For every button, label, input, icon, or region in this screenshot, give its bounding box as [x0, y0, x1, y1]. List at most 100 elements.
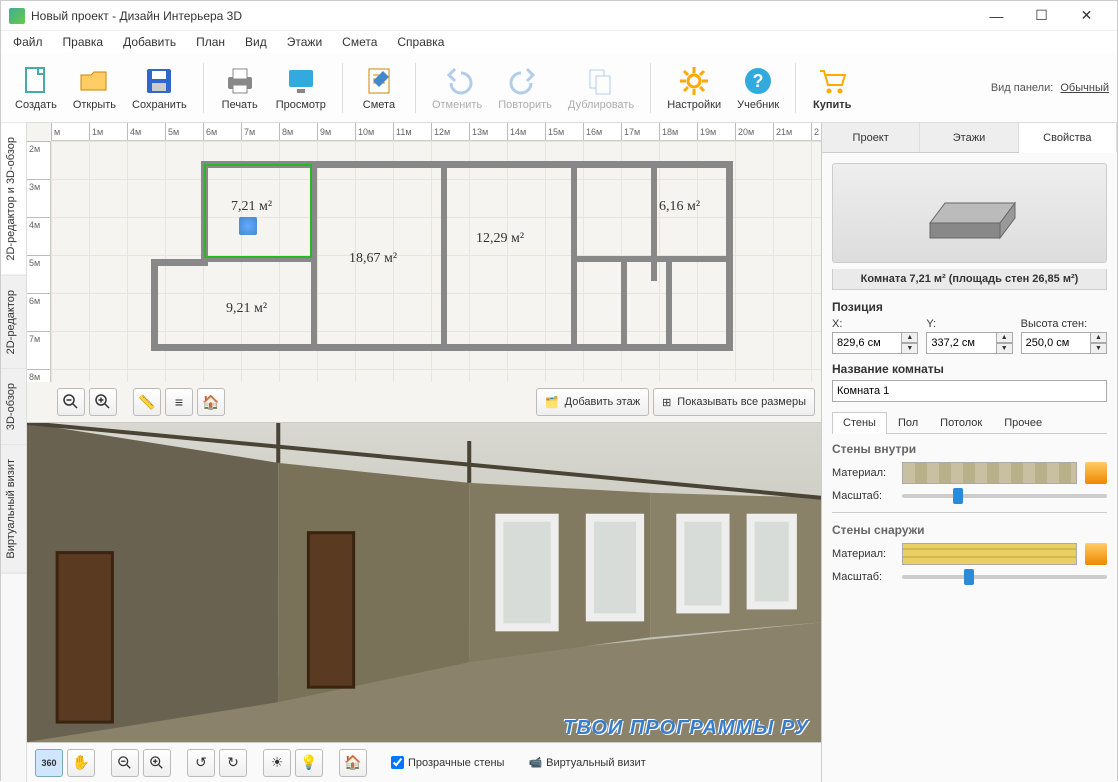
show-dimensions-button[interactable]: ⊞Показывать все размеры [653, 388, 815, 416]
transparent-walls-input[interactable] [391, 756, 404, 769]
buy-button[interactable]: Купить [806, 61, 858, 115]
menu-file[interactable]: Файл [5, 33, 51, 51]
add-floor-button[interactable]: 🗂️Добавить этаж [536, 388, 649, 416]
open-button[interactable]: Открыть [67, 61, 122, 115]
tab-3d-view[interactable]: 3D-обзор [1, 369, 26, 445]
transparent-walls-checkbox[interactable]: Прозрачные стены [391, 756, 504, 769]
room-area-label: 7,21 м² [231, 199, 272, 215]
settings-button[interactable]: Настройки [661, 61, 727, 115]
pan-button[interactable]: ✋ [67, 749, 95, 777]
sun-button[interactable]: ☀ [263, 749, 291, 777]
light-button[interactable]: 💡 [295, 749, 323, 777]
notepad-icon [363, 65, 395, 97]
grid-button[interactable]: ≡ [165, 388, 193, 416]
tab-2d-3d-editor[interactable]: 2D-редактор и 3D-обзор [1, 123, 26, 276]
tab-project[interactable]: Проект [822, 123, 920, 152]
walls-outside-title: Стены снаружи [832, 523, 1107, 537]
right-panel: Проект Этажи Свойства Комната 7,21 м² (п… [821, 123, 1117, 782]
x-label: X: [832, 318, 918, 330]
position-section-title: Позиция [832, 300, 1107, 314]
room-name-input[interactable] [832, 380, 1107, 402]
tutorial-button[interactable]: ?Учебник [731, 61, 785, 115]
walls-inside-title: Стены внутри [832, 442, 1107, 456]
material-label: Материал: [832, 548, 894, 560]
svg-text:?: ? [753, 71, 764, 91]
estimate-button[interactable]: Смета [353, 61, 405, 115]
plan-2d-area[interactable]: м1м4м5м6м7м8м9м10м11м12м13м14м15м16м17м1… [27, 123, 821, 423]
outside-scale-slider[interactable] [902, 575, 1107, 579]
menu-floors[interactable]: Этажи [279, 33, 330, 51]
duplicate-button[interactable]: Дублировать [562, 61, 640, 115]
app-icon [9, 8, 25, 24]
browse-material-button[interactable] [1085, 462, 1107, 484]
move-handle-icon[interactable] [239, 217, 257, 235]
tab-virtual-visit[interactable]: Виртуальный визит [1, 445, 26, 574]
home-3d-button[interactable]: 🏠 [339, 749, 367, 777]
measure-button[interactable]: 📏 [133, 388, 161, 416]
print-button[interactable]: Печать [214, 61, 266, 115]
subtab-ceiling[interactable]: Потолок [929, 412, 993, 433]
save-button[interactable]: Сохранить [126, 61, 193, 115]
tab-2d-editor[interactable]: 2D-редактор [1, 276, 26, 369]
rotate-cw-button[interactable]: ↻ [219, 749, 247, 777]
material-label: Материал: [832, 467, 894, 479]
y-input[interactable] [926, 332, 996, 354]
window-title: Новый проект - Дизайн Интерьера 3D [31, 9, 974, 23]
tab-properties[interactable]: Свойства [1019, 123, 1117, 153]
subtab-other[interactable]: Прочее [993, 412, 1053, 433]
outside-material-swatch[interactable] [902, 543, 1077, 565]
menu-add[interactable]: Добавить [115, 33, 184, 51]
home-button[interactable]: 🏠 [197, 388, 225, 416]
minimize-button[interactable]: — [974, 2, 1019, 30]
divider [832, 512, 1107, 513]
floorplan[interactable]: 7,21 м² 18,67 м² 12,29 м² 6,16 м² 9,21 м… [111, 161, 731, 371]
maximize-button[interactable]: ☐ [1019, 2, 1064, 30]
redo-icon [509, 65, 541, 97]
inside-material-swatch[interactable] [902, 462, 1077, 484]
spin-down-icon[interactable]: ▼ [902, 343, 918, 354]
properties-panel: Комната 7,21 м² (площадь стен 26,85 м²) … [822, 153, 1117, 782]
wall-height-input[interactable] [1021, 332, 1091, 354]
zoom-out-3d-button[interactable] [111, 749, 139, 777]
y-spinner[interactable]: ▲▼ [926, 332, 1012, 354]
room-area-label: 12,29 м² [476, 231, 524, 247]
main-area: 2D-редактор и 3D-обзор 2D-редактор 3D-об… [1, 123, 1117, 782]
canvas-2d[interactable]: 7,21 м² 18,67 м² 12,29 м² 6,16 м² 9,21 м… [51, 141, 821, 382]
preview-button[interactable]: Просмотр [270, 61, 332, 115]
spin-down-icon[interactable]: ▼ [997, 343, 1013, 354]
scale-label: Масштаб: [832, 571, 894, 583]
tab-floors[interactable]: Этажи [920, 123, 1018, 152]
virtual-visit-toggle[interactable]: 📹 Виртуальный визит [528, 756, 645, 769]
zoom-out-button[interactable] [57, 388, 85, 416]
undo-button[interactable]: Отменить [426, 61, 488, 115]
menu-help[interactable]: Справка [389, 33, 452, 51]
browse-material-button[interactable] [1085, 543, 1107, 565]
printer-icon [224, 65, 256, 97]
wall-height-spinner[interactable]: ▲▼ [1021, 332, 1107, 354]
create-button[interactable]: Создать [9, 61, 63, 115]
spin-down-icon[interactable]: ▼ [1091, 343, 1107, 354]
titlebar: Новый проект - Дизайн Интерьера 3D — ☐ ✕ [1, 1, 1117, 31]
menu-plan[interactable]: План [188, 33, 233, 51]
spin-up-icon[interactable]: ▲ [997, 332, 1013, 343]
x-input[interactable] [832, 332, 902, 354]
redo-button[interactable]: Повторить [492, 61, 558, 115]
menu-view[interactable]: Вид [237, 33, 275, 51]
view-panel-link[interactable]: Обычный [1060, 82, 1109, 94]
x-spinner[interactable]: ▲▼ [832, 332, 918, 354]
spin-up-icon[interactable]: ▲ [902, 332, 918, 343]
rotate-ccw-button[interactable]: ↺ [187, 749, 215, 777]
menu-estimate[interactable]: Смета [334, 33, 385, 51]
inside-scale-slider[interactable] [902, 494, 1107, 498]
render-3d [27, 423, 821, 742]
orbit-360-button[interactable]: 360 [35, 749, 63, 777]
subtab-floor[interactable]: Пол [887, 412, 929, 433]
plan-toolbar: 📏 ≡ 🏠 🗂️Добавить этаж ⊞Показывать все ра… [51, 386, 821, 418]
close-button[interactable]: ✕ [1064, 2, 1109, 30]
zoom-in-button[interactable] [89, 388, 117, 416]
spin-up-icon[interactable]: ▲ [1091, 332, 1107, 343]
zoom-in-3d-button[interactable] [143, 749, 171, 777]
view-3d[interactable] [27, 423, 821, 742]
menu-edit[interactable]: Правка [55, 33, 112, 51]
subtab-walls[interactable]: Стены [832, 412, 887, 434]
